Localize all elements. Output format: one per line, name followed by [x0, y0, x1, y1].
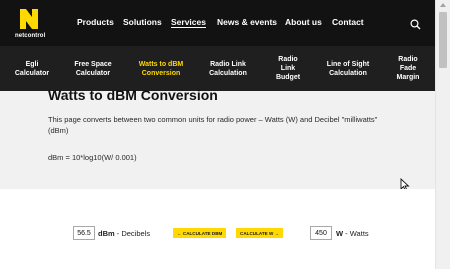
watts-unit-label: W - Watts: [336, 229, 369, 238]
netcontrol-logo-icon: [20, 9, 38, 29]
subnav-item-radio-link-calculation[interactable]: Radio Link Calculation: [201, 46, 255, 91]
logo[interactable]: netcontrol: [15, 7, 51, 41]
calculate-dbm-button[interactable]: ← CALCULATE DBM: [173, 228, 227, 238]
nav-item-products[interactable]: Products: [77, 17, 114, 27]
vertical-scrollbar[interactable]: [435, 0, 450, 269]
scroll-up-arrow-icon[interactable]: [440, 3, 446, 7]
watts-unit-suffix: - Watts: [343, 229, 369, 238]
nav-item-services[interactable]: Services: [171, 17, 206, 27]
nav-item-solutions[interactable]: Solutions: [123, 17, 162, 27]
subnav-item-line-of-sight[interactable]: Line of Sight Calculation: [318, 46, 378, 91]
dbm-unit-suffix: - Decibels: [114, 229, 151, 238]
logo-text: netcontrol: [15, 33, 46, 39]
nav-item-contact[interactable]: Contact: [332, 17, 364, 27]
calculator-subnav: Egli Calculator Free Space Calculator Wa…: [0, 46, 435, 91]
subnav-item-free-space-calculator[interactable]: Free Space Calculator: [66, 46, 120, 91]
top-navigation: netcontrol Products Solutions Services N…: [0, 0, 435, 46]
intro-section: [0, 91, 435, 189]
dbm-unit: dBm: [98, 229, 115, 238]
dbm-input[interactable]: [73, 226, 95, 240]
scrollbar-thumb[interactable]: [439, 12, 447, 68]
subnav-item-radio-fade-margin[interactable]: Radio Fade Margin: [390, 46, 426, 91]
nav-item-about-us[interactable]: About us: [285, 17, 322, 27]
search-icon[interactable]: [410, 17, 421, 30]
page-description: This page converts between two common un…: [48, 115, 378, 135]
dbm-unit-label: dBm - Decibels: [98, 229, 150, 238]
nav-item-news-events[interactable]: News & events: [217, 17, 277, 27]
subnav-item-radio-link-budget[interactable]: Radio Link Budget: [268, 46, 308, 91]
page: netcontrol Products Solutions Services N…: [0, 0, 450, 269]
watts-input[interactable]: [310, 226, 332, 240]
page-title: Watts to dBM Conversion: [48, 87, 218, 103]
subnav-item-egli-calculator[interactable]: Egli Calculator: [8, 46, 56, 91]
conversion-formula: dBm = 10*log10(W/ 0.001): [48, 153, 137, 162]
calculate-w-button[interactable]: CALCULATE W →: [236, 228, 284, 238]
subnav-item-watts-to-dbm[interactable]: Watts to dBM Conversion: [128, 46, 194, 91]
